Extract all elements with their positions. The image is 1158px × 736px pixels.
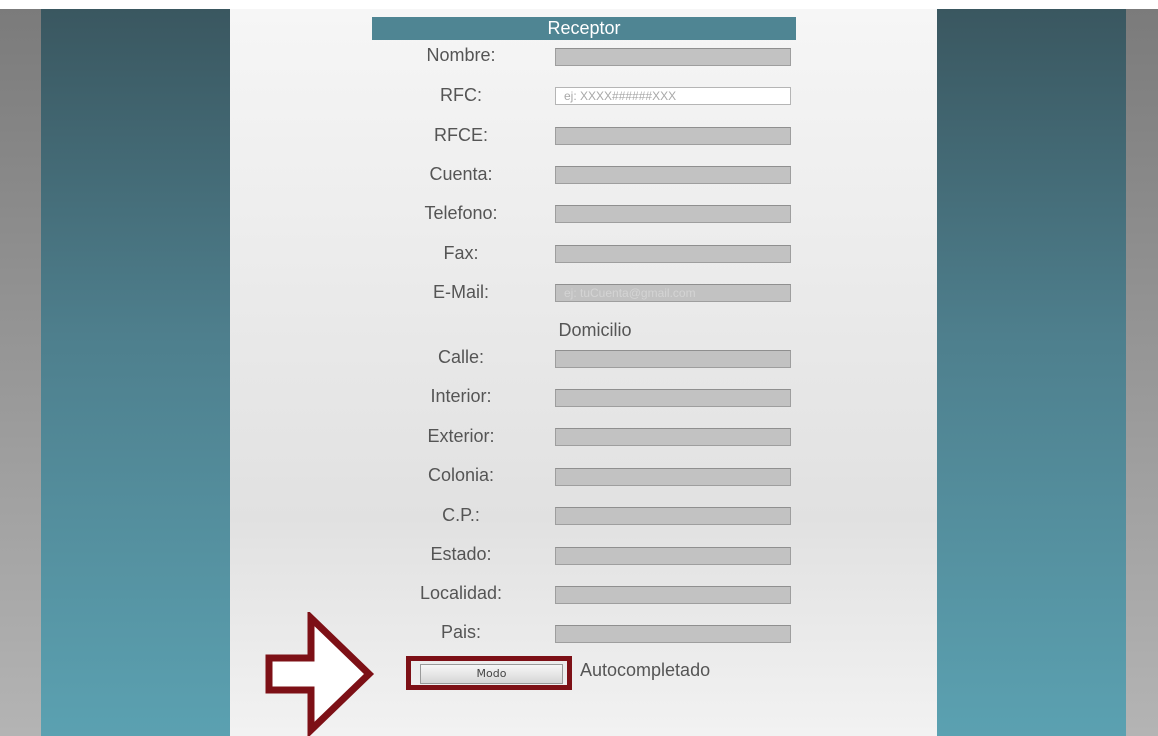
label-estado: Estado:: [430, 544, 492, 564]
right-gray-border: [1126, 9, 1158, 736]
label-localidad: Localidad:: [419, 583, 503, 603]
input-rfc[interactable]: ej: XXXX######XXX: [555, 87, 791, 105]
input-exterior: [555, 428, 791, 446]
label-rfc: RFC:: [440, 85, 482, 105]
label-calle: Calle:: [437, 347, 485, 367]
input-colonia: [555, 468, 791, 486]
label-cp: C.P.:: [442, 505, 480, 525]
input-estado: [555, 547, 791, 565]
input-localidad: [555, 586, 791, 604]
right-background-panel: [937, 9, 1126, 736]
modo-button[interactable]: Modo: [420, 664, 563, 684]
input-rfce: [555, 127, 791, 145]
left-background-panel: [41, 9, 230, 736]
label-exterior: Exterior:: [427, 426, 495, 446]
rfc-placeholder: ej: XXXX######XXX: [564, 89, 677, 103]
label-cuenta: Cuenta:: [429, 164, 493, 184]
label-colonia: Colonia:: [427, 465, 495, 485]
input-interior: [555, 389, 791, 407]
label-telefono: Telefono:: [424, 203, 498, 223]
input-cp: [555, 507, 791, 525]
input-fax: [555, 245, 791, 263]
label-pais: Pais:: [440, 622, 482, 642]
input-nombre: [555, 48, 791, 66]
input-pais: [555, 625, 791, 643]
label-email: E-Mail:: [432, 282, 489, 302]
left-gray-border: [0, 9, 41, 736]
email-placeholder: ej: tuCuenta@gmail.com: [564, 286, 696, 300]
domicilio-title: Domicilio: [558, 320, 632, 340]
label-nombre: Nombre:: [426, 45, 496, 65]
label-fax: Fax:: [443, 243, 479, 263]
input-telefono: [555, 205, 791, 223]
input-calle: [555, 350, 791, 368]
label-interior: Interior:: [430, 386, 492, 406]
receptor-header: Receptor: [372, 17, 796, 40]
input-cuenta: [555, 166, 791, 184]
label-rfce: RFCE:: [434, 125, 488, 145]
arrow-right-icon: [265, 612, 375, 736]
input-email: ej: tuCuenta@gmail.com: [555, 284, 791, 302]
autocompletado-label: Autocompletado: [580, 660, 711, 680]
